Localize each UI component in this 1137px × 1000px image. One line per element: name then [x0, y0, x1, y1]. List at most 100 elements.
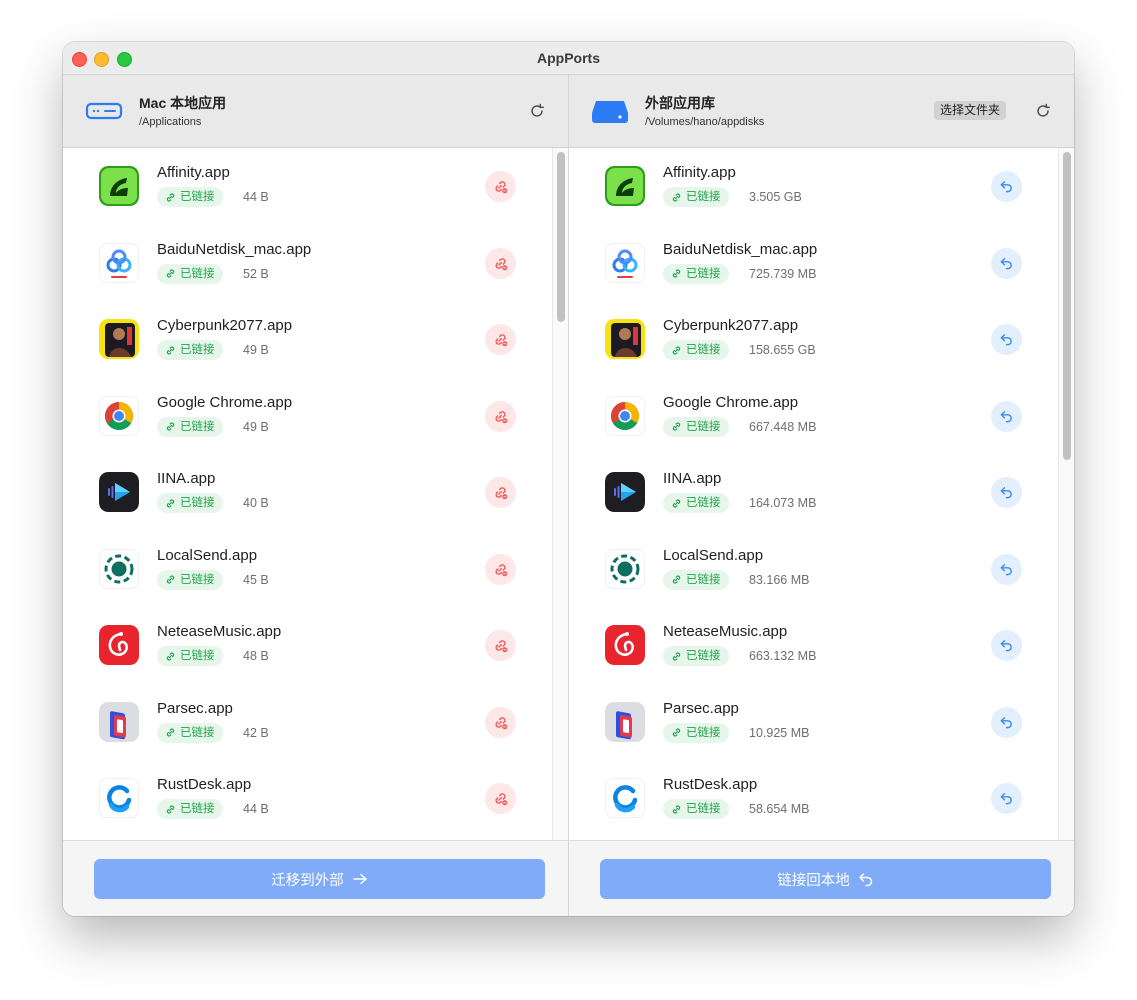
- refresh-icon[interactable]: [528, 102, 546, 120]
- unlink-button[interactable]: [485, 324, 516, 355]
- app-name: Google Chrome.app: [157, 393, 293, 411]
- app-row[interactable]: IINA.app 已链接 40 B: [63, 454, 553, 530]
- app-name: Parsec.app: [663, 699, 739, 717]
- external-library-panel: 外部应用库 /Volumes/hano/appdisks 选择文件夹 Affin…: [569, 75, 1074, 916]
- linked-status-badge: 已链接: [663, 493, 729, 513]
- app-size: 725.739 MB: [749, 266, 817, 281]
- window-title: AppPorts: [537, 50, 600, 66]
- restore-button[interactable]: [991, 477, 1022, 508]
- linked-status-label: 已链接: [686, 497, 721, 509]
- link-icon: [672, 575, 681, 584]
- undo-arrow-icon: [1000, 181, 1012, 193]
- app-row[interactable]: NeteaseMusic.app 已链接 48 B: [63, 607, 553, 683]
- unlink-button[interactable]: [485, 400, 516, 432]
- app-row[interactable]: Google Chrome.app 已链接 49 B: [63, 378, 553, 454]
- restore-button[interactable]: [991, 324, 1022, 355]
- migrate-to-external-button[interactable]: 迁移到外部: [94, 859, 545, 899]
- linked-status-badge: 已链接: [157, 799, 223, 819]
- linked-status-badge: 已链接: [157, 569, 223, 590]
- external-library-scrollbar[interactable]: [1058, 148, 1074, 840]
- restore-button[interactable]: [991, 706, 1022, 738]
- local-apps-scrollbar[interactable]: [552, 148, 569, 840]
- link-icon: [166, 192, 175, 202]
- app-row[interactable]: NeteaseMusic.app 已链接 663.132 MB: [569, 607, 1059, 683]
- link-icon: [166, 575, 175, 584]
- app-name: RustDesk.app: [663, 776, 758, 793]
- unlink-button[interactable]: [485, 477, 516, 508]
- unlink-button[interactable]: [485, 783, 516, 814]
- app-row[interactable]: LocalSend.app 已链接 45 B: [63, 531, 553, 607]
- restore-button[interactable]: [991, 400, 1022, 432]
- app-row[interactable]: RustDesk.app 已链接 44 B: [63, 760, 553, 836]
- undo-arrow-icon: [1000, 487, 1012, 499]
- scroll-thumb[interactable]: [557, 152, 565, 322]
- unlink-button[interactable]: [485, 553, 516, 585]
- app-row[interactable]: BaiduNetdisk_mac.app 已链接 52 B: [63, 225, 553, 301]
- restore-button[interactable]: [991, 553, 1022, 585]
- app-row[interactable]: Parsec.app 已链接 10.925 MB: [569, 684, 1059, 760]
- localsend-icon: [605, 548, 645, 589]
- link-back-local-button[interactable]: 链接回本地: [600, 859, 1051, 899]
- linked-status-badge: 已链接: [663, 416, 729, 437]
- local-apps-panel: Mac 本地应用 /Applications Affinity.app 已链接 44…: [63, 75, 569, 916]
- link-icon: [166, 728, 175, 737]
- local-apps-list[interactable]: Affinity.app 已链接 44 B BaiduNetdisk_mac.app 已…: [63, 148, 568, 840]
- app-size: 667.448 MB: [749, 419, 817, 434]
- linked-status-badge: 已链接: [663, 722, 729, 743]
- app-row[interactable]: Google Chrome.app 已链接 667.448 MB: [569, 378, 1059, 454]
- app-row[interactable]: BaiduNetdisk_mac.app 已链接 725.739 MB: [569, 225, 1059, 301]
- refresh-icon[interactable]: [1034, 102, 1052, 120]
- local-apps-path: /Applications: [139, 116, 202, 128]
- unlink-button[interactable]: [485, 171, 516, 202]
- linked-status-badge: 已链接: [663, 799, 729, 819]
- affinity-icon: [99, 166, 139, 206]
- unlink-button[interactable]: [485, 706, 516, 738]
- app-name: Affinity.app: [157, 164, 230, 181]
- app-size: 663.132 MB: [749, 649, 817, 663]
- linked-status-badge: 已链接: [157, 416, 223, 437]
- linked-status-badge: 已链接: [157, 187, 223, 207]
- iina-icon: [99, 472, 139, 512]
- linked-status-badge: 已链接: [663, 646, 729, 666]
- scroll-thumb[interactable]: [1063, 152, 1071, 460]
- link-icon: [166, 651, 175, 661]
- restore-button[interactable]: [991, 171, 1022, 202]
- title-bar: AppPorts: [63, 42, 1074, 75]
- arrow-right-icon: [353, 873, 367, 885]
- choose-folder-button[interactable]: 选择文件夹: [934, 101, 1007, 120]
- undo-arrow-icon: [1000, 793, 1012, 805]
- app-size: 44 B: [243, 190, 269, 204]
- app-row[interactable]: LocalSend.app 已链接 83.166 MB: [569, 531, 1059, 607]
- parsec-icon: [605, 701, 645, 742]
- link-back-local-label: 链接回本地: [777, 872, 850, 889]
- app-name: RustDesk.app: [157, 776, 252, 793]
- neteasemusic-icon: [605, 625, 645, 665]
- app-name: BaiduNetdisk_mac.app: [663, 240, 818, 258]
- app-row[interactable]: Affinity.app 已链接 44 B: [63, 148, 553, 224]
- app-row[interactable]: Parsec.app 已链接 42 B: [63, 684, 553, 760]
- unlink-button[interactable]: [485, 630, 516, 661]
- app-name: Google Chrome.app: [663, 393, 799, 411]
- app-row[interactable]: Cyberpunk2077.app 已链接 49 B: [63, 301, 553, 377]
- link-icon: [672, 422, 681, 431]
- app-size: 10.925 MB: [749, 725, 810, 740]
- linked-status-label: 已链接: [686, 573, 721, 586]
- external-library-list[interactable]: Affinity.app 已链接 3.505 GB BaiduNetdisk_mac.…: [569, 148, 1074, 840]
- app-row[interactable]: Cyberpunk2077.app 已链接 158.655 GB: [569, 301, 1059, 377]
- app-row[interactable]: IINA.app 已链接 164.073 MB: [569, 454, 1059, 530]
- app-size: 158.655 GB: [749, 343, 816, 357]
- app-row[interactable]: Affinity.app 已链接 3.505 GB: [569, 148, 1059, 224]
- external-library-title: 外部应用库: [645, 95, 715, 111]
- restore-button[interactable]: [991, 247, 1022, 279]
- linked-status-badge: 已链接: [157, 340, 223, 360]
- local-apps-footer: 迁移到外部: [63, 840, 568, 916]
- restore-button[interactable]: [991, 630, 1022, 661]
- linked-status-label: 已链接: [180, 344, 215, 356]
- app-name: NeteaseMusic.app: [157, 623, 282, 640]
- link-icon: [166, 498, 175, 508]
- app-name: Cyberpunk2077.app: [157, 317, 293, 334]
- restore-button[interactable]: [991, 783, 1022, 814]
- app-row[interactable]: RustDesk.app 已链接 58.654 MB: [569, 760, 1059, 836]
- app-size: 164.073 MB: [749, 496, 817, 510]
- unlink-button[interactable]: [485, 247, 516, 279]
